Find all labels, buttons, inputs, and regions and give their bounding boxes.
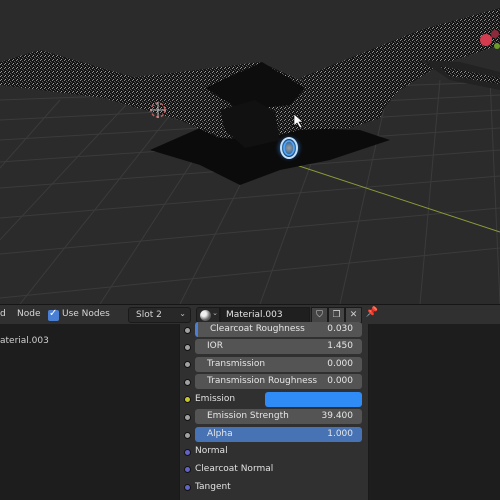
field-label: Transmission Roughness	[207, 376, 318, 386]
alpha-field[interactable]: Alpha 1.000	[195, 427, 362, 442]
chevron-down-icon: ⌄	[179, 309, 186, 318]
fake-user-button[interactable]: ⛉	[311, 307, 328, 323]
3d-viewport[interactable]	[0, 0, 500, 304]
socket-emission[interactable]	[184, 396, 191, 403]
close-icon: ✕	[349, 310, 358, 320]
chevron-down-icon: ⌄	[212, 309, 218, 317]
material-ball-icon	[200, 310, 211, 321]
field-label: Alpha	[207, 429, 233, 439]
fake-user-shield-icon: ⛉	[316, 310, 323, 320]
duplicate-material-button[interactable]: ❐	[328, 307, 345, 323]
node-editor-canvas[interactable]: aterial.003 Clearcoat Roughness 0.030 IO…	[0, 322, 500, 500]
socket-emission-strength[interactable]	[184, 414, 191, 421]
socket-alpha[interactable]	[184, 432, 191, 439]
ior-field[interactable]: IOR 1.450	[195, 339, 362, 354]
pin-icon: 📌	[365, 307, 379, 318]
checkbox-check-icon: ✓	[49, 308, 58, 319]
material-tree-item[interactable]: aterial.003	[0, 336, 49, 346]
pin-button[interactable]: 📌	[365, 307, 379, 323]
viewport-scene[interactable]	[0, 0, 500, 304]
socket-transmission-roughness[interactable]	[184, 379, 191, 386]
socket-normal[interactable]	[184, 449, 191, 456]
use-nodes-label[interactable]: Use Nodes	[62, 309, 110, 319]
field-value: 39.400	[321, 411, 354, 421]
field-label: Emission Strength	[207, 411, 289, 421]
emission-label: Emission	[195, 394, 236, 404]
duplicate-icon: ❐	[332, 310, 341, 320]
field-value: 1.450	[327, 341, 353, 351]
header-cut-label[interactable]: d	[0, 309, 6, 319]
node-menu[interactable]: Node	[17, 309, 41, 319]
socket-ior[interactable]	[184, 344, 191, 351]
node-editor-header: d Node ✓ Use Nodes Slot 2 ⌄ ⌄ Material.0…	[0, 304, 500, 324]
slot-value: Slot 2	[136, 310, 162, 320]
browse-material-button[interactable]: ⌄	[196, 307, 220, 323]
emission-color-swatch[interactable]	[265, 392, 362, 407]
field-label: IOR	[207, 341, 223, 351]
slot-dropdown[interactable]: Slot 2 ⌄	[128, 307, 191, 323]
socket-clearcoat-normal[interactable]	[184, 466, 191, 473]
clearcoat-roughness-field[interactable]: Clearcoat Roughness 0.030	[195, 322, 362, 337]
field-value: 1.000	[327, 429, 353, 439]
field-value: 0.030	[327, 324, 353, 334]
tangent-label: Tangent	[195, 482, 231, 492]
field-value: 0.000	[327, 359, 353, 369]
transmission-field[interactable]: Transmission 0.000	[195, 357, 362, 372]
principled-bsdf-node[interactable]: Clearcoat Roughness 0.030 IOR 1.450 Tran…	[179, 322, 369, 500]
socket-transmission[interactable]	[184, 361, 191, 368]
normal-label: Normal	[195, 446, 228, 456]
field-value: 0.000	[327, 376, 353, 386]
use-nodes-checkbox[interactable]: ✓	[48, 308, 59, 321]
material-name-field[interactable]: Material.003	[220, 307, 310, 323]
socket-clearcoat-roughness[interactable]	[184, 327, 191, 334]
clearcoat-normal-label: Clearcoat Normal	[195, 464, 274, 474]
unlink-material-button[interactable]: ✕	[345, 307, 362, 323]
transmission-roughness-field[interactable]: Transmission Roughness 0.000	[195, 374, 362, 389]
field-label: Clearcoat Roughness	[210, 324, 305, 334]
field-label: Transmission	[207, 359, 266, 369]
socket-tangent[interactable]	[184, 484, 191, 491]
emission-glow	[275, 134, 303, 162]
material-name: Material.003	[226, 310, 283, 320]
emission-strength-field[interactable]: Emission Strength 39.400	[195, 409, 362, 424]
